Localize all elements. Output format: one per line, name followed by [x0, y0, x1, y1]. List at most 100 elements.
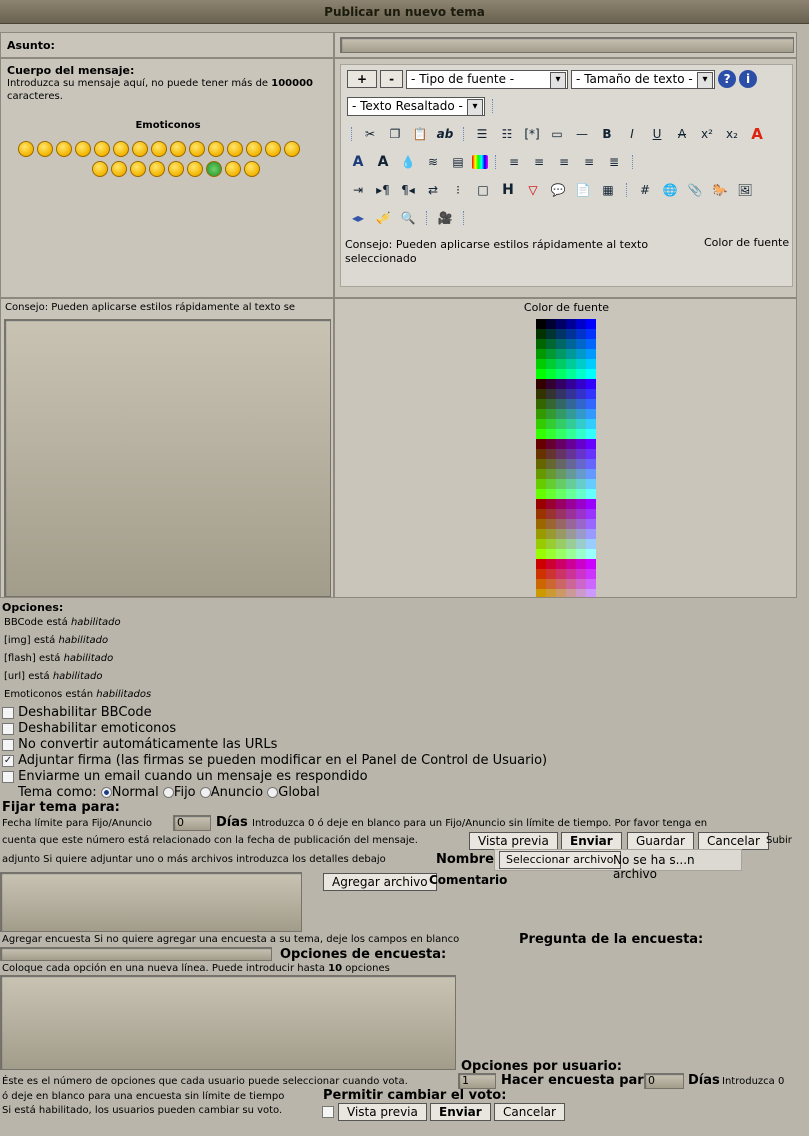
color-swatch[interactable]	[566, 389, 576, 399]
color-swatch[interactable]	[556, 559, 566, 569]
color-swatch[interactable]	[556, 529, 566, 539]
color-swatch[interactable]	[556, 329, 566, 339]
color-swatch[interactable]	[566, 439, 576, 449]
color-swatch[interactable]	[546, 349, 556, 359]
color-swatch[interactable]	[566, 419, 576, 429]
color-swatch[interactable]	[586, 589, 596, 597]
search-icon[interactable]: 🔍	[397, 208, 419, 228]
emoticon-icon[interactable]	[132, 141, 148, 157]
color-swatch[interactable]	[586, 559, 596, 569]
color-swatch[interactable]	[586, 349, 596, 359]
color-swatch[interactable]	[566, 329, 576, 339]
color-swatch[interactable]	[546, 579, 556, 589]
color-swatch[interactable]	[576, 339, 586, 349]
color-swatch[interactable]	[546, 509, 556, 519]
color-swatch[interactable]	[546, 329, 556, 339]
color-swatch[interactable]	[556, 319, 566, 329]
color-swatch[interactable]	[556, 489, 566, 499]
disable-bbcode-checkbox[interactable]	[2, 706, 14, 719]
marquee-icon[interactable]: ⇄	[422, 180, 444, 200]
emoticon-icon[interactable]	[37, 141, 53, 157]
align-right-icon[interactable]: ≡	[578, 152, 600, 172]
color-swatch[interactable]	[576, 419, 586, 429]
color-swatch[interactable]	[566, 579, 576, 589]
color-swatch[interactable]	[586, 479, 596, 489]
color-swatch[interactable]	[536, 539, 546, 549]
color-swatch[interactable]	[546, 569, 556, 579]
color-swatch[interactable]	[586, 449, 596, 459]
color-swatch[interactable]	[546, 319, 556, 329]
color-swatch[interactable]	[556, 369, 566, 379]
cancel-button-bottom[interactable]: Cancelar	[494, 1103, 565, 1121]
attachment-icon[interactable]: 📎	[684, 180, 706, 200]
color-swatch[interactable]	[576, 559, 586, 569]
color-swatch[interactable]	[536, 459, 546, 469]
color-swatch[interactable]	[576, 359, 586, 369]
emoticon-icon[interactable]	[151, 141, 167, 157]
align-justify-icon[interactable]: ≡	[503, 152, 525, 172]
fade-icon[interactable]: 💧	[397, 152, 419, 172]
color-swatch[interactable]	[566, 339, 576, 349]
color-swatch[interactable]	[536, 339, 546, 349]
color-swatch[interactable]	[556, 389, 566, 399]
color-swatch[interactable]	[546, 339, 556, 349]
rtl-icon[interactable]: ¶◂	[397, 180, 419, 200]
paste-icon[interactable]: 📋	[409, 124, 431, 144]
color-swatch[interactable]	[556, 399, 566, 409]
disable-smilies-checkbox[interactable]	[2, 722, 14, 735]
color-swatch[interactable]	[566, 559, 576, 569]
color-swatch[interactable]	[556, 419, 566, 429]
ltr-icon[interactable]: ▸¶	[372, 180, 394, 200]
color-swatch[interactable]	[556, 469, 566, 479]
color-swatch[interactable]	[536, 569, 546, 579]
indent-icon[interactable]: ⇥	[347, 180, 369, 200]
color-swatch[interactable]	[546, 419, 556, 429]
table-cell-icon[interactable]: □	[472, 180, 494, 200]
globe-icon[interactable]: 🌐	[659, 180, 681, 200]
text-shadow-icon[interactable]: A	[347, 152, 369, 172]
color-swatch[interactable]	[556, 589, 566, 597]
rainbow-icon[interactable]	[472, 155, 488, 169]
color-swatch[interactable]	[546, 379, 556, 389]
color-swatch[interactable]	[586, 519, 596, 529]
color-swatch[interactable]	[566, 549, 576, 559]
gradient-icon[interactable]: ▤	[447, 152, 469, 172]
poll-duration-input[interactable]: 0	[644, 1073, 684, 1089]
color-swatch[interactable]	[586, 409, 596, 419]
color-swatch[interactable]	[556, 349, 566, 359]
help-icon[interactable]: ?	[718, 70, 737, 88]
poll-per-user-input[interactable]: 1	[458, 1073, 496, 1089]
color-swatch[interactable]	[566, 359, 576, 369]
color-swatch[interactable]	[556, 519, 566, 529]
align-full-icon[interactable]: ≣	[603, 152, 625, 172]
color-swatch[interactable]	[586, 339, 596, 349]
color-swatch[interactable]	[576, 389, 586, 399]
color-swatch[interactable]	[536, 509, 546, 519]
color-swatch[interactable]	[566, 369, 576, 379]
color-swatch[interactable]	[576, 459, 586, 469]
emoticon-icon[interactable]	[225, 161, 241, 177]
color-swatch[interactable]	[576, 529, 586, 539]
color-swatch[interactable]	[576, 589, 586, 597]
hash-icon[interactable]: #	[634, 180, 656, 200]
color-swatch[interactable]	[536, 589, 546, 597]
color-swatch[interactable]	[546, 559, 556, 569]
font-size-select[interactable]: - Tamaño de texto -	[571, 69, 716, 89]
code-icon[interactable]: 📄	[572, 180, 594, 200]
bold-icon[interactable]: B	[596, 124, 618, 144]
list-item-icon[interactable]: [*]	[521, 124, 543, 144]
color-swatch[interactable]	[566, 409, 576, 419]
color-swatch[interactable]	[536, 379, 546, 389]
sticky-days-input[interactable]: 0	[173, 815, 211, 831]
wave-icon[interactable]: ≋	[422, 152, 444, 172]
color-swatch[interactable]	[536, 479, 546, 489]
font-decrease-button[interactable]: -	[380, 70, 404, 88]
cancel-button[interactable]: Cancelar	[698, 832, 769, 850]
color-swatch[interactable]	[586, 399, 596, 409]
color-swatch[interactable]	[576, 439, 586, 449]
color-swatch[interactable]	[586, 329, 596, 339]
color-swatch[interactable]	[576, 509, 586, 519]
color-swatch[interactable]	[546, 519, 556, 529]
color-swatch[interactable]	[566, 569, 576, 579]
color-swatch[interactable]	[586, 359, 596, 369]
